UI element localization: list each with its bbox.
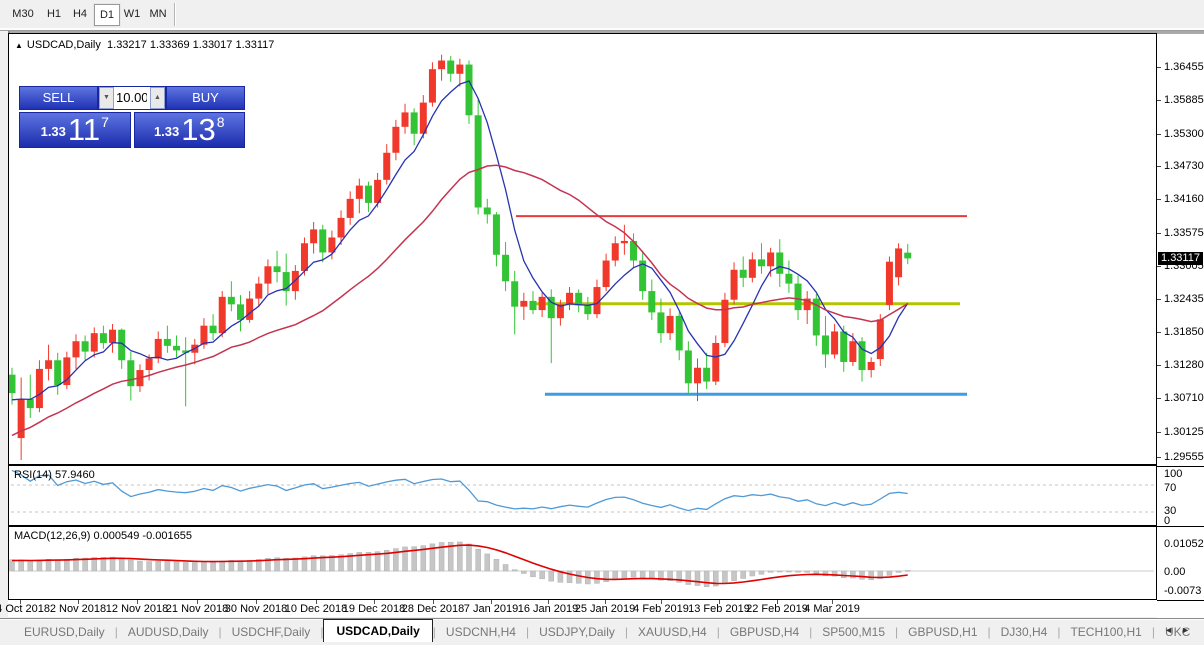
symbol-tab-usdcad[interactable]: USDCAD,Daily	[323, 619, 432, 642]
price-tick-label: 1.33575	[1164, 227, 1204, 239]
symbol-tab-usdchf[interactable]: USDCHF,Daily	[222, 622, 321, 642]
date-tick-label: 7 Jan 2019	[464, 603, 518, 615]
timeframe-button-h4[interactable]: H4	[68, 4, 92, 24]
price-tick-label: 1.35300	[1164, 128, 1204, 140]
symbol-tab-gbpusd[interactable]: GBPUSD,H4	[720, 622, 809, 642]
chart-symbol-label: USDCAD,Daily	[27, 39, 101, 51]
date-axis: 24 Oct 2018 2 Nov 2018 12 Nov 2018 21 No…	[8, 600, 1157, 617]
price-tick-mark	[1157, 398, 1161, 399]
timeframe-button-m30[interactable]: M30	[8, 4, 38, 24]
symbol-tab-bar: EURUSD,Daily|AUDUSD,Daily|USDCHF,Daily|U…	[0, 618, 1204, 645]
ask-price-pips: 13	[181, 114, 215, 145]
symbol-tab-tech100[interactable]: TECH100,H1	[1060, 622, 1151, 642]
bid-price-pipette: 7	[101, 107, 109, 137]
price-tick-mark	[1157, 100, 1161, 101]
price-tick-label: 1.31850	[1164, 326, 1204, 338]
buy-button[interactable]: BUY	[166, 86, 245, 110]
price-tick-mark	[1157, 457, 1161, 458]
price-tick-label: 1.34160	[1164, 193, 1204, 205]
sell-price-button[interactable]: 1.33 11 7	[19, 112, 131, 148]
price-tick-label: 1.34730	[1164, 160, 1204, 172]
date-tick-label: 13 Feb 2019	[688, 603, 750, 615]
price-tick-mark	[1157, 199, 1161, 200]
volume-increase-button[interactable]: ▲	[150, 87, 165, 109]
ask-price-pipette: 8	[217, 107, 225, 137]
rsi-label: RSI(14) 57.9460	[14, 469, 95, 481]
indicator-axis-label: 100	[1164, 468, 1182, 480]
date-tick-label: 16 Jan 2019	[518, 603, 579, 615]
symbol-tab-sp500[interactable]: SP500,M15	[812, 622, 895, 642]
date-tick-label: 19 Dec 2018	[343, 603, 405, 615]
symbol-tab-usdcnh[interactable]: USDCNH,H4	[436, 622, 526, 642]
timeframe-toolbar: M30H1H4D1W1MN	[0, 0, 1204, 31]
tab-scroll-right-icon[interactable]: ►	[1181, 625, 1198, 635]
date-tick-label: 25 Jan 2019	[575, 603, 636, 615]
buy-price-button[interactable]: 1.33 13 8	[134, 112, 246, 148]
price-tick-mark	[1157, 266, 1161, 267]
ask-price-prefix: 1.33	[154, 119, 179, 145]
price-tick-mark	[1157, 233, 1161, 234]
price-tick-mark	[1157, 67, 1161, 68]
toolbar-separator	[174, 3, 175, 26]
date-tick-label: 12 Nov 2018	[106, 603, 168, 615]
date-tick-label: 4 Mar 2019	[804, 603, 860, 615]
sell-button[interactable]: SELL	[19, 86, 98, 110]
tab-scroll-arrows[interactable]: ◄►	[1164, 625, 1198, 635]
price-tick-mark	[1157, 166, 1161, 167]
price-tick-label: 1.36455	[1164, 61, 1204, 73]
indicator-axis-label: 70	[1164, 482, 1176, 494]
timeframe-button-w1[interactable]: W1	[120, 4, 144, 24]
symbol-tab-dj30[interactable]: DJ30,H4	[991, 622, 1058, 642]
date-tick-label: 4 Feb 2019	[633, 603, 689, 615]
volume-decrease-button[interactable]: ▼	[99, 87, 114, 109]
tab-scroll-left-icon[interactable]: ◄	[1164, 625, 1181, 635]
chart-title: ▲ USDCAD,Daily 1.33217 1.33369 1.33017 1.…	[15, 39, 274, 51]
timeframe-button-d1[interactable]: D1	[94, 4, 120, 26]
indicator-axis-label: 0.00	[1164, 566, 1185, 578]
price-tick-mark	[1157, 299, 1161, 300]
timeframe-button-mn[interactable]: MN	[146, 4, 170, 24]
rsi-plot[interactable]	[9, 466, 1156, 525]
axis-separator	[1157, 526, 1204, 527]
price-tick-label: 1.33005	[1164, 260, 1204, 272]
price-tick-label: 1.30125	[1164, 426, 1204, 438]
rsi-indicator-pane[interactable]: RSI(14) 57.9460	[8, 465, 1157, 526]
price-tick-label: 1.30710	[1164, 392, 1204, 404]
macd-label: MACD(12,26,9) 0.000549 -0.001655	[14, 530, 192, 542]
one-click-trading-panel: SELL ▼ ▲ BUY 1.33 11 7 1.33 13 8	[19, 86, 245, 148]
chart-ohlc-values: 1.33217 1.33369 1.33017 1.33117	[107, 39, 274, 51]
price-tick-label: 1.32435	[1164, 293, 1204, 305]
price-tick-label: 1.29555	[1164, 451, 1204, 463]
price-tick-label: 1.31280	[1164, 359, 1204, 371]
indicator-axis-label: 0.010525	[1164, 538, 1204, 550]
timeframe-button-h1[interactable]: H1	[42, 4, 66, 24]
bid-price-prefix: 1.33	[41, 119, 66, 145]
date-tick-label: 24 Oct 2018	[0, 603, 50, 615]
symbol-tab-audusd[interactable]: AUDUSD,Daily	[118, 622, 219, 642]
axis-separator	[1157, 600, 1204, 601]
date-tick-label: 22 Feb 2019	[746, 603, 808, 615]
symbol-tab-xauusd[interactable]: XAUUSD,H4	[628, 622, 717, 642]
main-chart-pane[interactable]: ▲ USDCAD,Daily 1.33217 1.33369 1.33017 1.…	[8, 33, 1157, 465]
price-tick-mark	[1157, 432, 1161, 433]
date-tick-label: 2 Nov 2018	[50, 603, 106, 615]
macd-indicator-pane[interactable]: MACD(12,26,9) 0.000549 -0.001655	[8, 526, 1157, 600]
indicator-axis-label: -0.0073	[1164, 585, 1201, 597]
price-tick-label: 1.35885	[1164, 94, 1204, 106]
collapse-arrow-icon[interactable]: ▲	[15, 41, 23, 50]
symbol-tab-usdjpy[interactable]: USDJPY,Daily	[529, 622, 625, 642]
price-axis: 1.33117 1.36455 1.35885 1.35300 1.34730 …	[1157, 33, 1204, 618]
axis-separator	[1157, 466, 1204, 467]
symbol-tab-eurusd[interactable]: EURUSD,Daily	[14, 622, 115, 642]
price-tick-mark	[1157, 365, 1161, 366]
date-tick-label: 28 Dec 2018	[402, 603, 464, 615]
date-tick-label: 21 Nov 2018	[166, 603, 228, 615]
symbol-tab-gbpusd[interactable]: GBPUSD,H1	[898, 622, 987, 642]
date-tick-label: 10 Dec 2018	[285, 603, 347, 615]
price-tick-mark	[1157, 332, 1161, 333]
volume-input[interactable]	[114, 87, 150, 109]
bid-price-pips: 11	[68, 114, 100, 145]
price-tick-mark	[1157, 134, 1161, 135]
date-tick-label: 30 Nov 2018	[225, 603, 287, 615]
